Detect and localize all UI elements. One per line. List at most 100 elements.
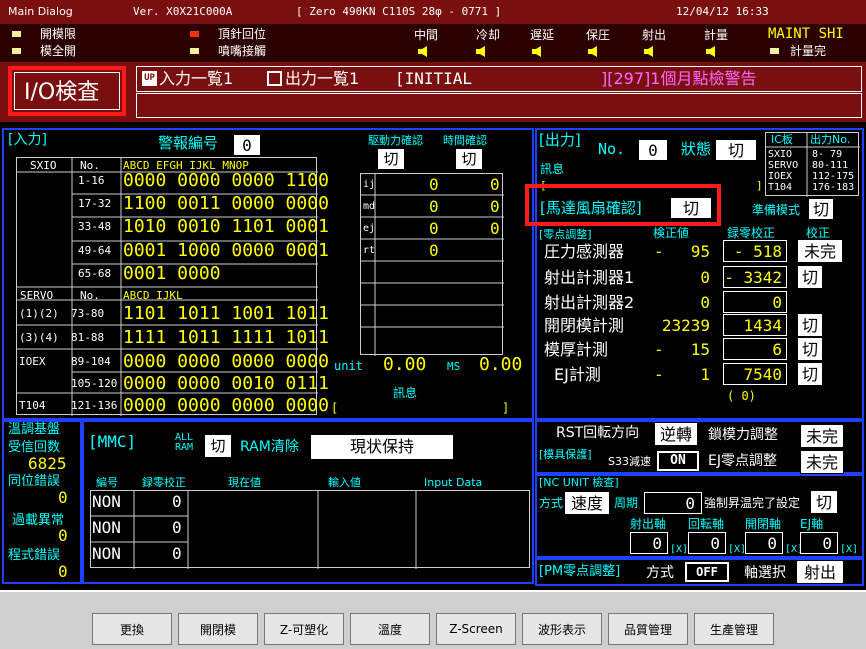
sensor-dash: -: [654, 242, 664, 261]
sensor-record-box[interactable]: 7540: [723, 363, 787, 385]
output-message-label: 訊息: [540, 162, 565, 176]
ic-board: SERVO: [768, 160, 799, 171]
sensor-record-box[interactable]: - 518: [723, 240, 787, 262]
toolbar-button[interactable]: 生產管理: [694, 613, 774, 645]
sync-error-value: 0: [58, 488, 68, 507]
machine-status: [ Zero 490KN C110S 28φ - 0771 ]: [296, 5, 502, 18]
col-rec: 録零校正: [142, 476, 186, 489]
sensor-record-box[interactable]: 1434: [723, 314, 787, 336]
keep-state-button[interactable]: 現状保持: [310, 434, 454, 460]
time-confirm-button[interactable]: 切: [455, 148, 483, 170]
sensor-name: 射出計測器1: [544, 268, 635, 287]
axis-select-button[interactable]: 射出: [796, 560, 844, 584]
delay-label: 遅延: [530, 28, 555, 42]
force-heat-button[interactable]: 切: [810, 490, 838, 514]
fan-confirm-button[interactable]: 切: [670, 197, 712, 219]
toolbar-button[interactable]: Z-可塑化: [264, 613, 344, 645]
sensor-calibrate-button[interactable]: 切: [797, 313, 823, 337]
axis-label: md: [363, 201, 376, 212]
toolbar-button[interactable]: 溫度: [350, 613, 430, 645]
rst-direction-button[interactable]: 逆轉: [654, 422, 698, 446]
axis-value-1: 0: [429, 241, 439, 260]
nc-axis-label: EJ軸: [800, 517, 824, 531]
drive-confirm-button[interactable]: 切: [377, 148, 405, 170]
s33-toggle[interactable]: ON: [657, 451, 699, 471]
nozzle-contact-label: 噴嘴接觸: [218, 44, 267, 58]
overload-value: 0: [58, 526, 68, 545]
toolbar-button[interactable]: 波形表示: [522, 613, 602, 645]
col-in: 輸入値: [328, 476, 361, 489]
axis-label: ej: [363, 223, 376, 234]
force-heat-label: 強制昇温完了設定: [704, 496, 801, 510]
axis-label: rt: [363, 245, 376, 256]
sensor-calibrate-button[interactable]: 切: [797, 337, 823, 361]
toolbar-button[interactable]: 更換: [92, 613, 172, 645]
alarm-sub-box: [136, 93, 862, 118]
sensor-record-box[interactable]: 6: [723, 338, 787, 360]
ej-zero-button[interactable]: 未完: [800, 450, 844, 474]
nc-axis-value: 0: [767, 534, 777, 553]
sensor-record-box[interactable]: - 3342: [723, 266, 787, 288]
sensor-name: 圧力感測器: [544, 242, 625, 261]
nc-period-value: 0: [685, 494, 695, 513]
output-list-link[interactable]: 出力一覧1: [285, 71, 359, 87]
sensor-name: 開閉模計測: [544, 316, 625, 335]
sensor-name: EJ計測: [554, 365, 601, 384]
sync-error-label: 同位錯誤: [8, 474, 61, 489]
input-message-label: 訊息: [393, 386, 418, 400]
record-zero-label: 録零校正: [727, 226, 776, 240]
toolbar-button[interactable]: 品質管理: [608, 613, 688, 645]
axis-value-2: 0: [490, 197, 500, 216]
mmc-title: [MMC]: [88, 432, 137, 451]
screen-name-box: I/O検査: [8, 66, 126, 116]
nozzle-contact-lamp: [190, 48, 199, 54]
lock-force-button[interactable]: 未完: [800, 424, 844, 448]
nc-axis-box[interactable]: 0: [688, 532, 726, 554]
mmc-row-rec: 0: [172, 518, 182, 537]
servo-range: 105-120: [71, 377, 118, 390]
nc-method-button[interactable]: 速度: [564, 491, 610, 515]
input-list-icon[interactable]: UP: [142, 71, 157, 86]
servo-label: T104: [19, 399, 46, 412]
input-bracket-open: [: [331, 401, 339, 415]
sensor-value: 95: [690, 242, 710, 261]
hold-label: 保圧: [586, 28, 611, 42]
calibrate-label: 校正: [806, 226, 831, 240]
pm-toggle[interactable]: OFF: [685, 562, 729, 582]
speaker-icons: [418, 46, 715, 57]
servo-label: (3)(4): [19, 331, 59, 344]
col-no: 編号: [96, 476, 118, 489]
sensor-calibrate-button[interactable]: 切: [797, 265, 823, 289]
output-bracket-close: ]: [756, 179, 763, 192]
output-state-button[interactable]: 切: [715, 139, 757, 161]
all-ram-button[interactable]: 切: [204, 434, 232, 458]
nc-axis-box[interactable]: 0: [630, 532, 668, 554]
nc-axis-box[interactable]: 0: [800, 532, 838, 554]
ic-board: SXIO: [768, 149, 793, 160]
nc-period-label: 周期: [614, 496, 639, 510]
ic-range: 80-111: [812, 160, 849, 171]
sensor-calibrate-button[interactable]: 未完: [797, 239, 843, 263]
sensor-record-value: - 518: [733, 242, 782, 261]
servo-label: IOEX: [19, 355, 46, 368]
toolbar-button[interactable]: 開閉模: [178, 613, 258, 645]
toolbar-button[interactable]: Z-Screen: [436, 613, 516, 645]
output-list-icon[interactable]: [267, 71, 282, 86]
nc-axis-x-mark: [X]: [670, 544, 689, 555]
col-cur: 現在値: [228, 476, 261, 489]
sensor-calibrate-button[interactable]: 切: [797, 362, 823, 386]
mmc-grid-lines: [90, 490, 417, 569]
sxio-bits: 0000 0000 0000 1100: [123, 170, 329, 191]
ic-board: T104: [768, 182, 793, 193]
sensor-record-box[interactable]: 0: [723, 291, 787, 313]
axis-value-1: 0: [429, 175, 439, 194]
initial-label: [INITIAL: [395, 69, 473, 88]
nc-axis-box[interactable]: 0: [745, 532, 783, 554]
sxio-no-header: No.: [80, 159, 100, 172]
nc-unit-title: [NC UNIT 檢查]: [539, 476, 619, 489]
nc-period-box[interactable]: 0: [644, 492, 702, 514]
input-list-link[interactable]: 入力一覧1: [159, 71, 233, 87]
all-ram-label: ALL RAM: [175, 432, 194, 453]
ready-mode-button[interactable]: 切: [808, 198, 834, 220]
pm-method-label: 方式: [646, 565, 674, 581]
